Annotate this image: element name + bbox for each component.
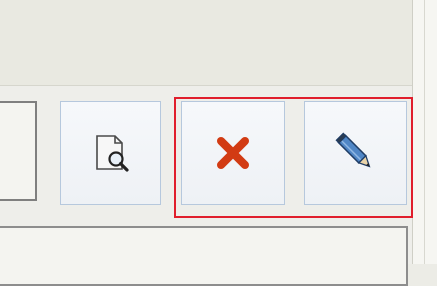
- pencil-icon: [332, 129, 380, 177]
- delete-x-icon: [213, 133, 253, 173]
- document-search-icon: [89, 131, 133, 175]
- content-panel: [0, 226, 408, 286]
- input-field[interactable]: [0, 101, 37, 201]
- edit-button[interactable]: [304, 101, 407, 205]
- scrollbar-divider: [424, 0, 425, 264]
- top-band: [0, 0, 412, 86]
- delete-button[interactable]: [181, 101, 285, 205]
- view-document-button[interactable]: [60, 101, 161, 205]
- vertical-scrollbar[interactable]: [412, 0, 437, 264]
